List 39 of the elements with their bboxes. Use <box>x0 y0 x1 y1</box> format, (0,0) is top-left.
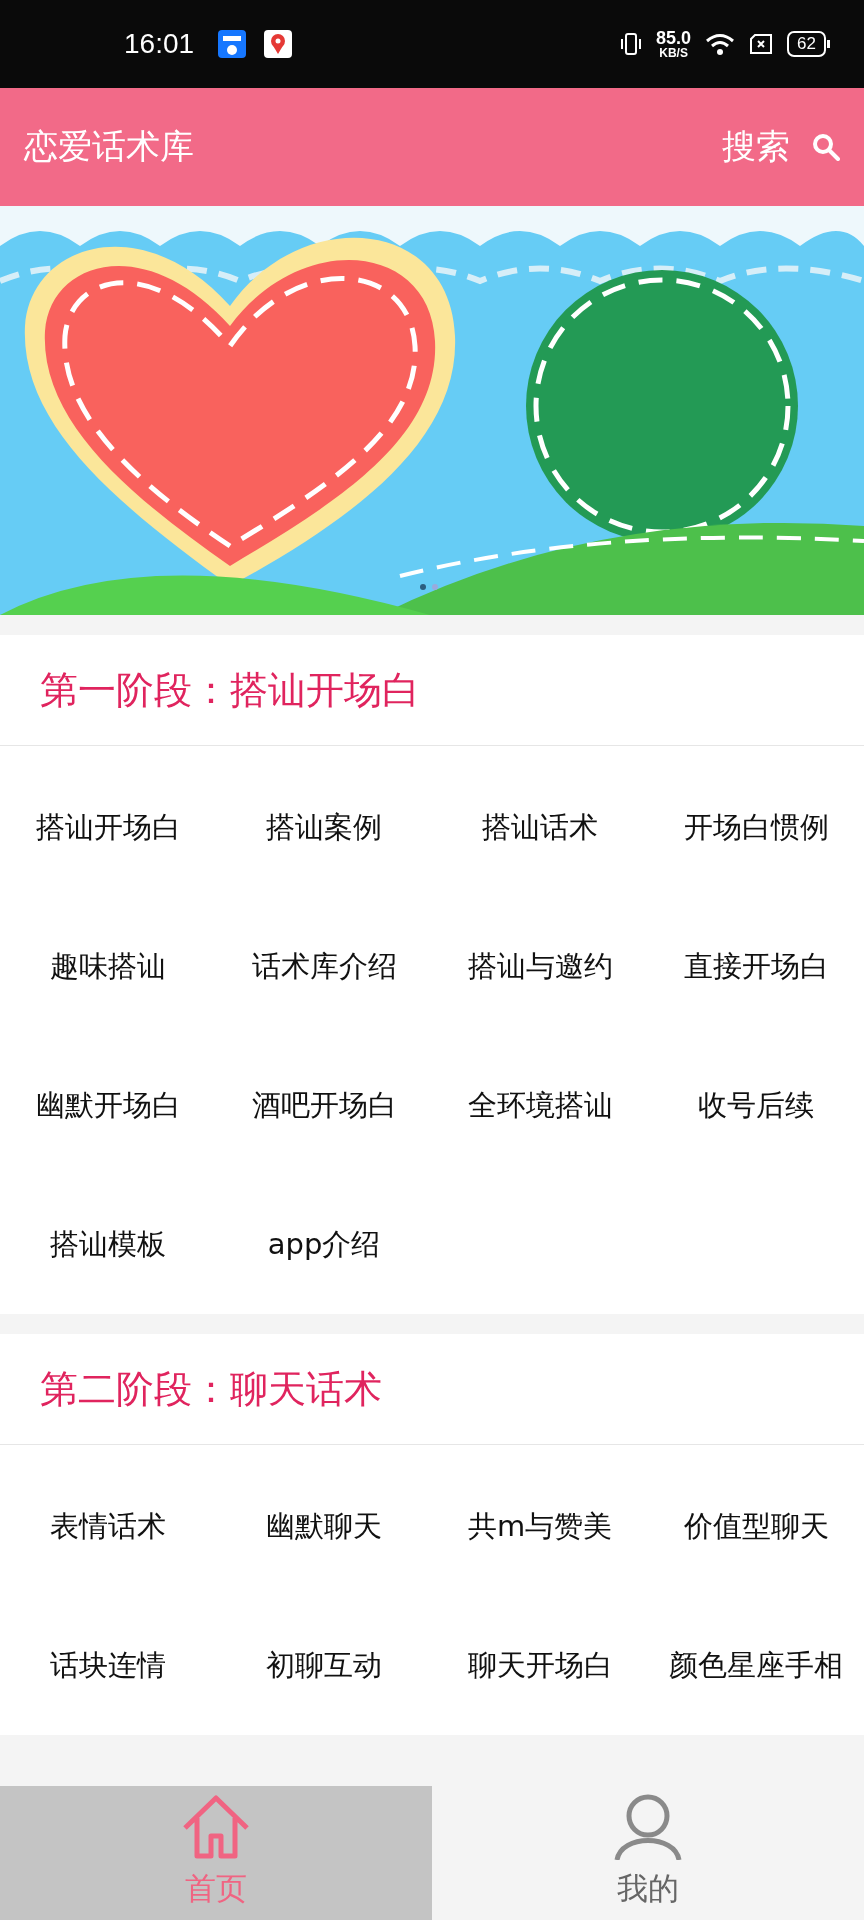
grid-item[interactable]: 收号后续 <box>698 1085 814 1126</box>
carousel-dot[interactable] <box>432 584 438 590</box>
grid-item[interactable]: 表情话术 <box>50 1506 166 1547</box>
grid-item[interactable]: 开场白惯例 <box>683 807 829 848</box>
grid-item[interactable]: 聊天开场白 <box>467 1645 613 1686</box>
grid-item[interactable]: 搭讪开场白 <box>35 807 181 848</box>
grid-item[interactable]: 搭讪与邀约 <box>467 946 613 987</box>
grid-item[interactable]: 初聊互动 <box>266 1645 382 1686</box>
grid-item[interactable]: 幽默开场白 <box>35 1085 181 1126</box>
house-icon <box>181 1794 251 1860</box>
battery-level: 62 <box>797 34 816 54</box>
grid-item[interactable]: 搭讪案例 <box>266 807 382 848</box>
app-icon <box>218 30 247 58</box>
section-title: 第一阶段：搭讪开场白 <box>40 666 420 714</box>
grid-item[interactable]: 搭讪话术 <box>482 807 598 848</box>
network-speed: 85.0 <box>656 29 692 47</box>
speed-unit: KB/S <box>659 47 688 59</box>
grid-item[interactable]: 共m与赞美 <box>467 1506 613 1547</box>
map-pin-icon <box>264 30 293 58</box>
app-title: 恋爱话术库 <box>24 125 194 168</box>
grid-item[interactable]: 全环境搭讪 <box>467 1085 613 1126</box>
search-icon <box>812 133 840 161</box>
carousel-dot[interactable] <box>420 584 426 590</box>
grid-item[interactable]: app介绍 <box>267 1224 381 1265</box>
clock-time: 16:01 <box>124 28 195 60</box>
grid-item[interactable]: 话术库介绍 <box>251 946 397 987</box>
grid-item[interactable]: 趣味搭讪 <box>50 946 166 987</box>
grid-item[interactable]: 颜色星座手相 <box>669 1645 843 1686</box>
wifi-icon <box>705 32 736 56</box>
person-icon <box>613 1794 683 1860</box>
grid-item[interactable]: 搭讪模板 <box>50 1224 166 1265</box>
grid-item[interactable]: 幽默聊天 <box>266 1506 382 1547</box>
grid-item[interactable]: 酒吧开场白 <box>251 1085 397 1126</box>
grid-item[interactable]: 价值型聊天 <box>683 1506 829 1547</box>
section-title: 第二阶段：聊天话术 <box>40 1365 382 1413</box>
sim-card-icon <box>749 33 774 55</box>
grid-item[interactable]: 直接开场白 <box>683 946 829 987</box>
vibrate-icon <box>620 32 643 56</box>
grid-item[interactable]: 话块连情 <box>50 1645 166 1686</box>
